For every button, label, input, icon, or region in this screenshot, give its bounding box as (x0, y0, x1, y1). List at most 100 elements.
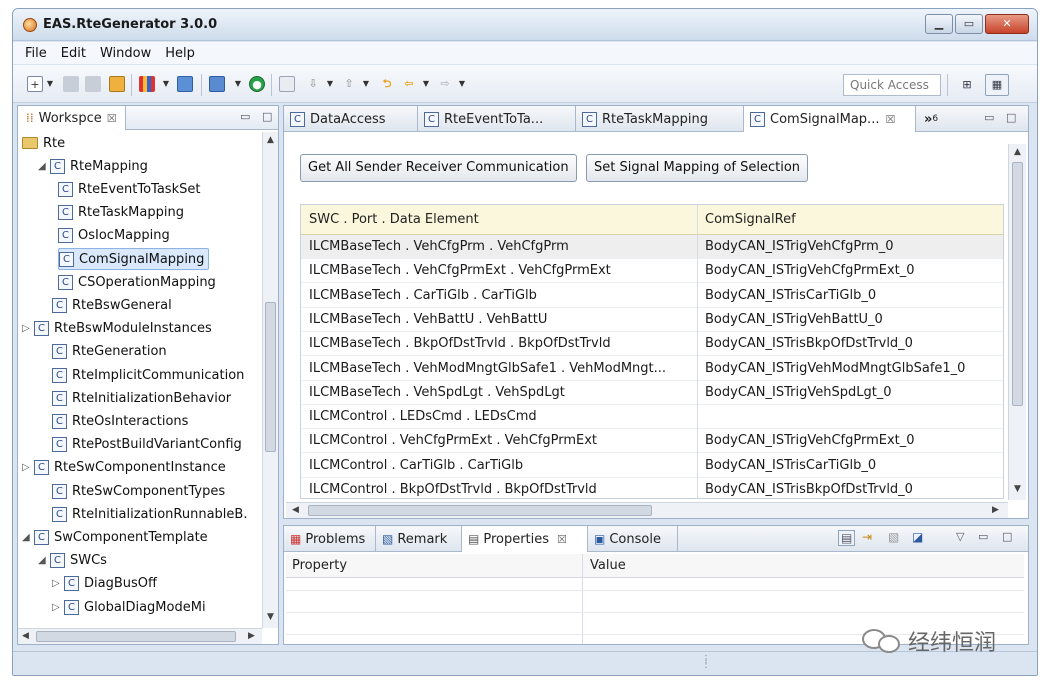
tab-rte-event-to-task[interactable]: C RteEventToTa... (418, 106, 576, 132)
tab-rte-task-mapping[interactable]: C RteTaskMapping (576, 106, 744, 132)
close-button[interactable]: ✕ (985, 14, 1029, 34)
build-icon[interactable] (139, 76, 155, 92)
export-icon[interactable] (209, 76, 225, 92)
tab-data-access[interactable]: C DataAccess (284, 106, 418, 132)
expand-icon[interactable]: ▷ (52, 578, 64, 589)
table-row[interactable]: ILCMControl . BkpOfDstTrvld . BkpOfDstTr… (301, 478, 1003, 498)
tab-console[interactable]: ▣ Console (588, 526, 678, 552)
table-row[interactable]: ILCMControl . VehCfgPrmExt . VehCfgPrmEx… (301, 429, 1003, 454)
tree-item[interactable]: ▷ C GlobalDiagModeMi (52, 596, 206, 618)
column-header-property[interactable]: Property (292, 558, 347, 573)
menu-help[interactable]: Help (165, 46, 195, 61)
advanced-icon[interactable]: ▧ (888, 530, 899, 544)
tab-overflow[interactable]: » 6 (918, 106, 958, 132)
tree-item[interactable]: C RteInitializationRunnableB. (38, 503, 247, 525)
tree-item[interactable]: C RteGeneration (38, 341, 167, 363)
minimize-icon[interactable]: ▭ (978, 530, 988, 543)
collapse-icon[interactable]: ◢ (38, 161, 50, 172)
column-header-swc-port[interactable]: SWC . Port . Data Element (309, 212, 479, 227)
maximize-button[interactable]: ▭ (955, 14, 983, 34)
prev-dropdown-icon[interactable]: ▼ (361, 76, 371, 92)
next-annotation-icon[interactable]: ⇩ (305, 76, 321, 92)
filter-icon[interactable]: ⇥ (862, 530, 872, 544)
scroll-thumb[interactable] (36, 631, 236, 642)
save-icon[interactable] (63, 76, 79, 92)
minimize-icon[interactable]: ▭ (984, 111, 994, 124)
prev-annotation-icon[interactable]: ⇧ (341, 76, 357, 92)
table-row[interactable]: ILCMBaseTech . CarTiGlb . CarTiGlb BodyCA… (301, 284, 1003, 308)
editor-horizontal-scrollbar[interactable]: ◀ ▶ (286, 502, 1008, 518)
tree-item[interactable]: C RteEventToTaskSet (58, 178, 200, 200)
tree-horizontal-scrollbar[interactable]: ◀ ▶ (18, 628, 262, 644)
new-file-icon[interactable]: + (27, 76, 43, 92)
table-row[interactable]: ILCMBaseTech . VehCfgPrm . VehCfgPrm Body… (301, 235, 1003, 259)
perspective-icon[interactable]: ▦ (985, 74, 1009, 96)
tree-item[interactable]: C OsIocMapping (58, 225, 170, 247)
tree-item[interactable]: ▷ C RteBswModuleInstances (22, 318, 212, 340)
open-folder-icon[interactable] (109, 76, 125, 92)
table-row[interactable]: ILCMBaseTech . VehBattU . VehBattU BodyCA… (301, 308, 1003, 332)
tree-item[interactable]: C RteTaskMapping (58, 202, 184, 224)
tab-properties[interactable]: ▤ Properties ☒ (462, 526, 588, 552)
expand-icon[interactable]: ▷ (22, 462, 34, 473)
table-row[interactable]: ILCMControl . LEDsCmd . LEDsCmd (301, 405, 1003, 430)
view-menu-icon[interactable]: ▽ (956, 530, 964, 543)
tree-item[interactable]: Rte (22, 132, 65, 154)
menu-file[interactable]: File (25, 46, 47, 61)
tree-item[interactable]: ◢ C RteMapping (38, 155, 148, 177)
quick-access-input[interactable]: Quick Access (843, 74, 941, 96)
scroll-thumb[interactable] (308, 505, 652, 516)
tab-problems[interactable]: ▦ Problems (284, 526, 376, 552)
close-icon[interactable]: ☒ (885, 113, 895, 126)
collapse-icon[interactable]: ◢ (22, 532, 34, 543)
scroll-thumb[interactable] (265, 302, 276, 452)
table-row[interactable]: ILCMBaseTech . VehSpdLgt . VehSpdLgt Body… (301, 381, 1003, 405)
editor-vertical-scrollbar[interactable]: ▲ ▼ (1008, 144, 1026, 500)
tab-remark[interactable]: ▧ Remark (376, 526, 462, 552)
export-dropdown-icon[interactable]: ▼ (233, 76, 243, 92)
maximize-icon[interactable]: □ (262, 110, 272, 123)
menu-window[interactable]: Window (100, 46, 151, 61)
back-icon[interactable]: ⇦ (401, 76, 417, 92)
maximize-icon[interactable]: □ (1006, 111, 1016, 124)
tree-item[interactable]: C ComSignalMapping (58, 248, 210, 270)
tree-item[interactable]: ◢ C SwComponentTemplate (22, 526, 208, 548)
back-dropdown-icon[interactable]: ▼ (421, 76, 431, 92)
tree-item[interactable]: C RteOsInteractions (38, 410, 188, 432)
tree-item[interactable]: C RteBswGeneral (38, 294, 172, 316)
last-edit-icon[interactable]: ⮌ (379, 76, 395, 92)
tree-item[interactable]: ▷ C DiagBusOff (52, 573, 157, 595)
tree-item[interactable]: ◢ C SWCs (38, 550, 107, 572)
set-signal-mapping-button[interactable]: Set Signal Mapping of Selection (586, 154, 809, 182)
column-header-com-signal-ref[interactable]: ComSignalRef (705, 212, 796, 227)
workspace-tab[interactable]: ⁞⁞ Workspce ☒ (18, 106, 126, 130)
run-icon[interactable]: ● (249, 76, 265, 92)
close-icon[interactable]: ☒ (107, 112, 117, 125)
categories-icon[interactable]: ▤ (838, 530, 856, 546)
minimize-icon[interactable]: ▭ (240, 110, 250, 123)
pin-icon[interactable]: ◪ (912, 530, 923, 544)
tree-item[interactable]: ▷ C RteSwComponentInstance (22, 457, 226, 479)
open-perspective-icon[interactable]: ⊞ (955, 74, 979, 96)
menu-edit[interactable]: Edit (61, 46, 86, 61)
tree-item[interactable]: C CSOperationMapping (58, 271, 216, 293)
table-row[interactable]: ILCMBaseTech . BkpOfDstTrvld . BkpOfDstT… (301, 332, 1003, 357)
tab-com-signal-mapping[interactable]: C ComSignalMap... ☒ (744, 106, 916, 132)
collapse-icon[interactable]: ◢ (38, 555, 50, 566)
tree-item[interactable]: C RtePostBuildVariantConfig (38, 434, 242, 456)
next-dropdown-icon[interactable]: ▼ (325, 76, 335, 92)
table-row[interactable]: ILCMBaseTech . VehModMngtGlbSafe1 . VehM… (301, 357, 1003, 381)
tree-item[interactable]: C RteImplicitCommunication (38, 364, 244, 386)
maximize-icon[interactable]: □ (1002, 530, 1012, 543)
forward-icon[interactable]: ⇨ (437, 76, 453, 92)
forward-dropdown-icon[interactable]: ▼ (457, 76, 467, 92)
expand-icon[interactable]: ▷ (22, 323, 34, 334)
table-row[interactable]: ILCMBaseTech . VehCfgPrmExt . VehCfgPrmE… (301, 259, 1003, 284)
tree-item[interactable]: C RteSwComponentTypes (38, 480, 225, 502)
get-all-sender-receiver-button[interactable]: Get All Sender Receiver Communication (300, 154, 577, 182)
console-icon[interactable] (279, 76, 295, 92)
save-all-icon[interactable] (85, 76, 101, 92)
tree-item[interactable]: C RteInitializationBehavior (38, 387, 231, 409)
scroll-thumb[interactable] (1012, 162, 1023, 406)
new-dropdown-icon[interactable]: ▼ (45, 76, 55, 92)
